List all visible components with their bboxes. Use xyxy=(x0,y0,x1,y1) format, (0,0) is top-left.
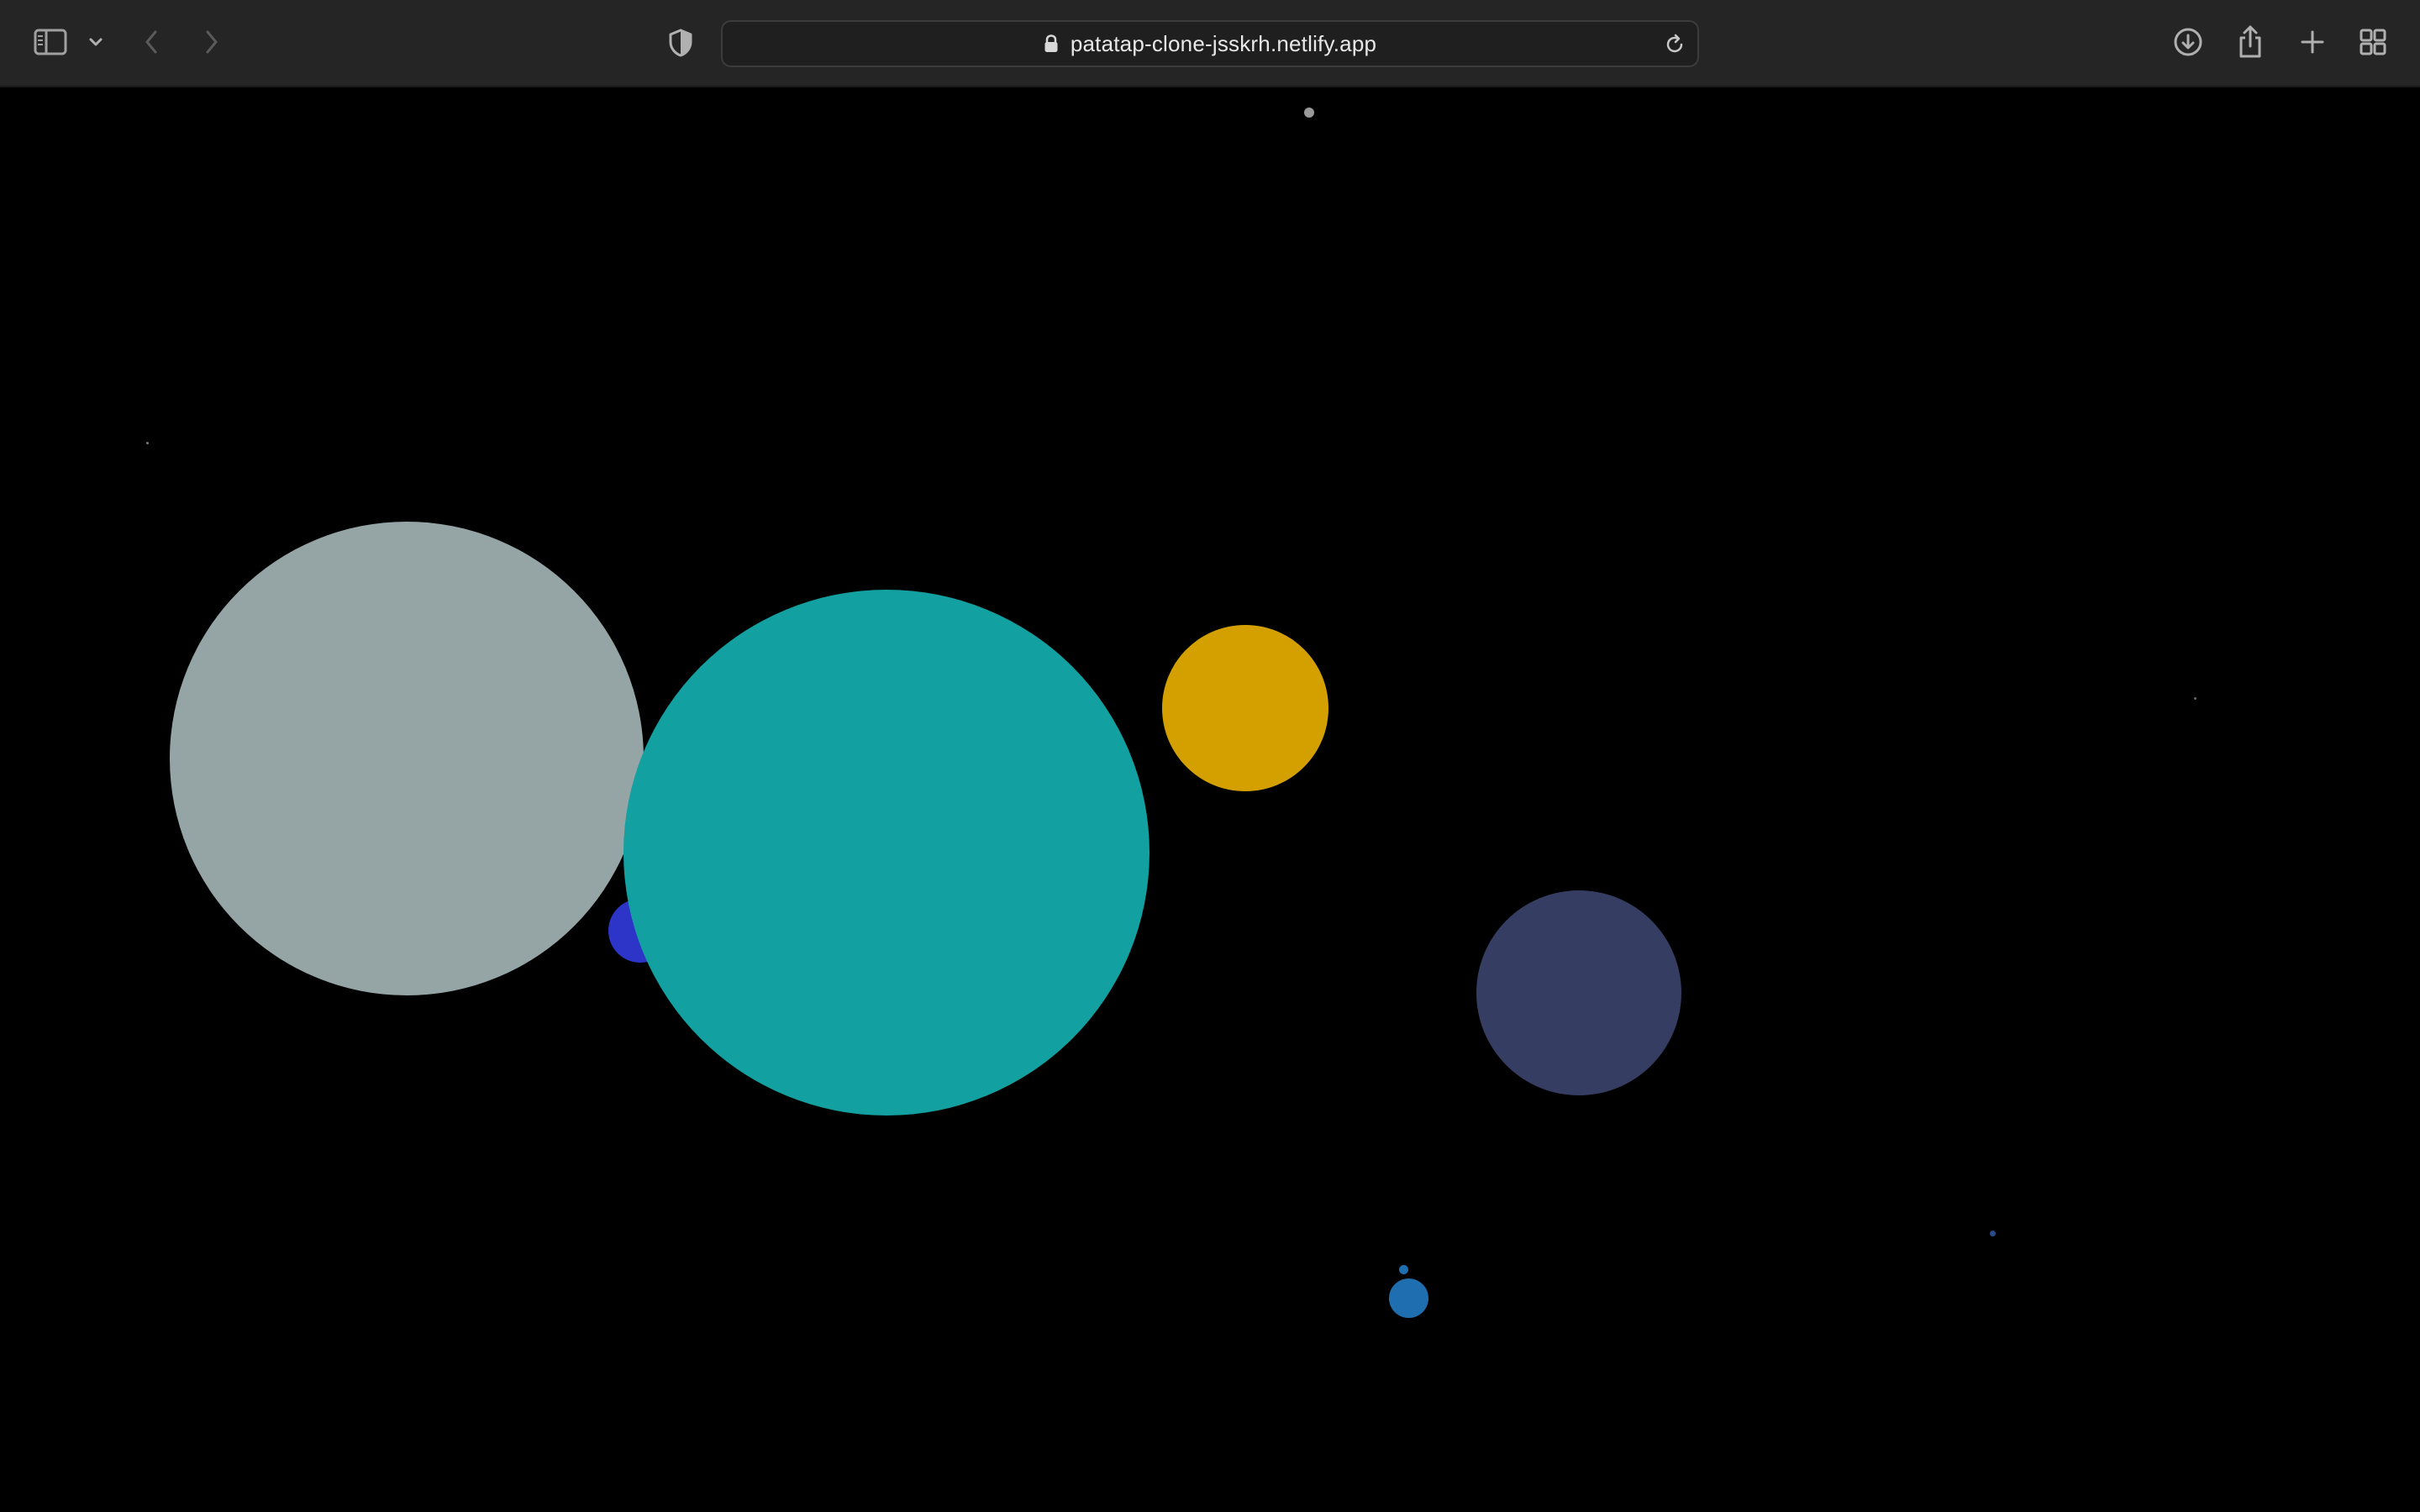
patatap-canvas[interactable] xyxy=(0,87,2420,1512)
bubble-steel-blue-dot xyxy=(1399,1265,1408,1274)
lock-icon xyxy=(1044,34,1059,53)
sidebar-toggle-icon[interactable] xyxy=(32,27,69,57)
download-icon[interactable] xyxy=(2171,25,2205,59)
chevron-left-icon[interactable] xyxy=(139,27,163,57)
bubble-teal-large xyxy=(623,590,1150,1116)
bubble-speck xyxy=(2194,697,2196,700)
bubble-small-gray xyxy=(1304,108,1314,118)
chevron-down-icon[interactable] xyxy=(86,32,106,52)
grid-icon[interactable] xyxy=(2358,27,2388,57)
shield-icon[interactable] xyxy=(666,27,696,59)
bubble-gray-large xyxy=(170,522,644,995)
bubble-steel-blue xyxy=(1389,1278,1428,1318)
reload-icon[interactable] xyxy=(1664,34,1686,55)
plus-icon[interactable] xyxy=(2297,27,2328,57)
bubble-gold xyxy=(1162,625,1328,791)
url-text: patatap-clone-jsskrh.netlify.app xyxy=(1070,30,1377,56)
bubble-speck-blue xyxy=(1990,1231,1996,1236)
address-bar[interactable]: patatap-clone-jsskrh.netlify.app xyxy=(721,20,1699,67)
chevron-right-icon[interactable] xyxy=(200,27,224,57)
browser-toolbar: patatap-clone-jsskrh.netlify.app xyxy=(0,0,2420,87)
bubble-speck xyxy=(146,442,149,444)
bubble-navy xyxy=(1476,890,1681,1095)
share-icon[interactable] xyxy=(2235,24,2265,60)
